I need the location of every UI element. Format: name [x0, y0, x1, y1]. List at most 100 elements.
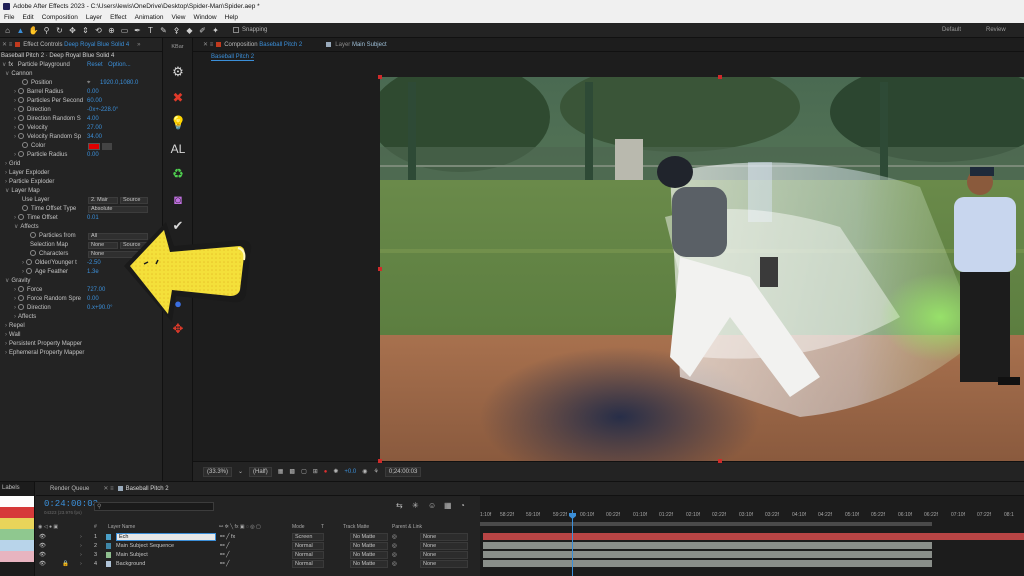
mask-tool-icon[interactable]: ▭ [119, 25, 130, 36]
options-link[interactable]: Option... [108, 61, 131, 70]
use-layer-dropdown[interactable]: 2. Mair [88, 197, 118, 204]
time-offset-value[interactable]: 0.01 [87, 214, 99, 223]
zoom-dropdown[interactable]: (33.3%) [203, 466, 233, 477]
cannon-group[interactable]: ∨ Cannon [0, 70, 162, 79]
label-color-blue[interactable] [0, 540, 34, 551]
menu-window[interactable]: Window [190, 14, 221, 21]
ephemeral-mapper-group[interactable]: › Ephemeral Property Mapper [0, 349, 162, 358]
pick-whip-icon[interactable]: ◎ [392, 534, 397, 540]
layer-name[interactable]: Main Subject [116, 552, 148, 558]
pick-whip-icon[interactable]: ◎ [392, 561, 397, 567]
direction-random-value[interactable]: 4.00 [87, 115, 99, 124]
roto-brush-tool-icon[interactable]: ✐ [197, 25, 208, 36]
shy-layers-icon[interactable]: ☺ [428, 501, 436, 510]
label-color-red[interactable] [0, 507, 34, 518]
lock-layer-icon[interactable]: 🔒 [62, 561, 69, 567]
render-queue-tab[interactable]: Render Queue [50, 486, 89, 492]
parent-dropdown[interactable]: None [420, 542, 468, 550]
layer-name[interactable]: Background [116, 561, 145, 567]
pan-tool-icon[interactable]: ✥ [67, 25, 78, 36]
expand-arrows-icon[interactable]: ✖ [170, 90, 186, 106]
velocity-value[interactable]: 27.00 [87, 124, 102, 133]
position-value[interactable]: 1920.0,1080.0 [100, 79, 138, 88]
layer-row[interactable]: 👁 › 1 Ech ⚯ ╱ fx Screen No Matte ◎ None [36, 533, 480, 542]
layer-row[interactable]: 👁 🔒 › 4 Background ⚯ ╱ Normal No Matte ◎… [36, 560, 480, 569]
label-color-green[interactable] [0, 529, 34, 540]
color-swatch[interactable] [88, 143, 100, 150]
clone-stamp-tool-icon[interactable]: ⚴ [171, 25, 182, 36]
frame-handle[interactable] [378, 75, 382, 79]
close-tab-icon[interactable]: ✕ ≡ [2, 41, 12, 48]
snapshot-camera-icon[interactable]: ◉ [362, 468, 367, 475]
workspace-default[interactable]: Default [942, 27, 961, 33]
layer-name-input[interactable]: Ech [116, 533, 216, 541]
persistent-mapper-group[interactable]: › Persistent Property Mapper [0, 340, 162, 349]
menu-help[interactable]: Help [221, 14, 242, 21]
parent-dropdown[interactable]: None [420, 551, 468, 559]
column-parent[interactable]: Parent & Link [392, 524, 422, 530]
layer-row[interactable]: 👁 › 2 Main Subject Sequence ⚯ ╱ Normal N… [36, 542, 480, 551]
layer-switch-icons[interactable]: ⚯ ╱ [220, 543, 229, 549]
track-matte-dropdown[interactable]: No Matte [350, 542, 388, 550]
show-snapshot-icon[interactable]: ⚘ [374, 468, 379, 475]
direction-value[interactable]: -0x+-228.0° [87, 106, 118, 115]
snapping-toggle[interactable]: Snapping [233, 27, 267, 33]
layer-bar[interactable] [483, 533, 1024, 540]
brush-tool-icon[interactable]: ✎ [158, 25, 169, 36]
stopwatch-icon[interactable] [30, 232, 36, 239]
close-tab-icon[interactable]: ✕ ≡ [203, 41, 213, 48]
timeline-comp-tab[interactable]: Baseball Pitch 2 [126, 486, 169, 492]
track-matte-dropdown[interactable]: No Matte [350, 560, 388, 568]
layer-bar[interactable] [483, 542, 932, 549]
track-matte-dropdown[interactable]: No Matte [350, 551, 388, 559]
layer-tab-name[interactable]: Main Subject [352, 42, 387, 48]
layer-switch-icons[interactable]: ⚯ ╱ [220, 552, 229, 558]
selection-map-dropdown[interactable]: None [88, 242, 118, 249]
panel-expand-icon[interactable]: » [137, 42, 140, 48]
draft-3d-icon[interactable]: ✳ [412, 501, 419, 510]
composition-viewer[interactable] [380, 77, 1024, 461]
visibility-eye-icon[interactable]: 👁 [39, 534, 46, 540]
expand-arrow-icon[interactable]: › [80, 543, 82, 549]
layer-label-color[interactable] [106, 552, 111, 558]
layer-bar[interactable] [483, 560, 932, 567]
lightbulb-icon[interactable]: 💡 [170, 115, 186, 131]
home-icon[interactable]: ⌂ [2, 25, 13, 36]
effect-controls-tab[interactable]: ✕ ≡ Effect Controls Deep Royal Blue Soli… [0, 38, 162, 52]
comp-timecode[interactable]: 0;24:00:03 [384, 466, 422, 477]
menu-layer[interactable]: Layer [82, 14, 106, 21]
stopwatch-icon[interactable] [18, 214, 24, 221]
blend-mode-dropdown[interactable]: Normal [292, 542, 324, 550]
channel-icon[interactable]: ● [324, 469, 328, 475]
labels-tab[interactable]: Labels [0, 482, 34, 494]
selection-tool-icon[interactable]: ▲ [15, 25, 26, 36]
wall-group[interactable]: › Wall [0, 331, 162, 340]
pick-whip-icon[interactable]: ◎ [392, 552, 397, 558]
stopwatch-icon[interactable] [30, 250, 36, 257]
stopwatch-icon[interactable] [26, 259, 32, 266]
type-tool-icon[interactable]: T [145, 25, 156, 36]
stopwatch-icon[interactable] [26, 268, 32, 275]
motion-blur-icon[interactable]: ◔ [460, 501, 465, 510]
time-offset-type-dropdown[interactable]: Absolute [88, 206, 148, 213]
exposure-value[interactable]: +0.0 [344, 469, 356, 475]
frame-handle[interactable] [378, 267, 382, 271]
camera-icon[interactable]: ◙ [170, 192, 186, 208]
column-mode[interactable]: Mode [292, 524, 305, 530]
label-color-pink[interactable] [0, 551, 34, 562]
expand-arrow-icon[interactable]: › [80, 534, 82, 540]
force-value[interactable]: 727.00 [87, 286, 105, 295]
velocity-random-value[interactable]: 34.00 [87, 133, 102, 142]
expand-arrow-icon[interactable]: › [80, 561, 82, 567]
resolution-dropdown[interactable]: (Half) [249, 466, 272, 477]
fx-badge[interactable]: fx [8, 62, 13, 68]
composition-tab-name[interactable]: Baseball Pitch 2 [259, 42, 302, 48]
stopwatch-icon[interactable] [18, 124, 24, 131]
gravity-direction-value[interactable]: 0.x+90.0° [87, 304, 113, 313]
visibility-eye-icon[interactable]: 👁 [39, 543, 46, 549]
snapping-checkbox[interactable] [233, 27, 239, 33]
exposure-icon[interactable]: ✺ [333, 468, 338, 475]
frame-handle[interactable] [718, 75, 722, 79]
parent-dropdown[interactable]: None [420, 560, 468, 568]
particle-exploder-group[interactable]: › Particle Exploder [0, 178, 162, 187]
